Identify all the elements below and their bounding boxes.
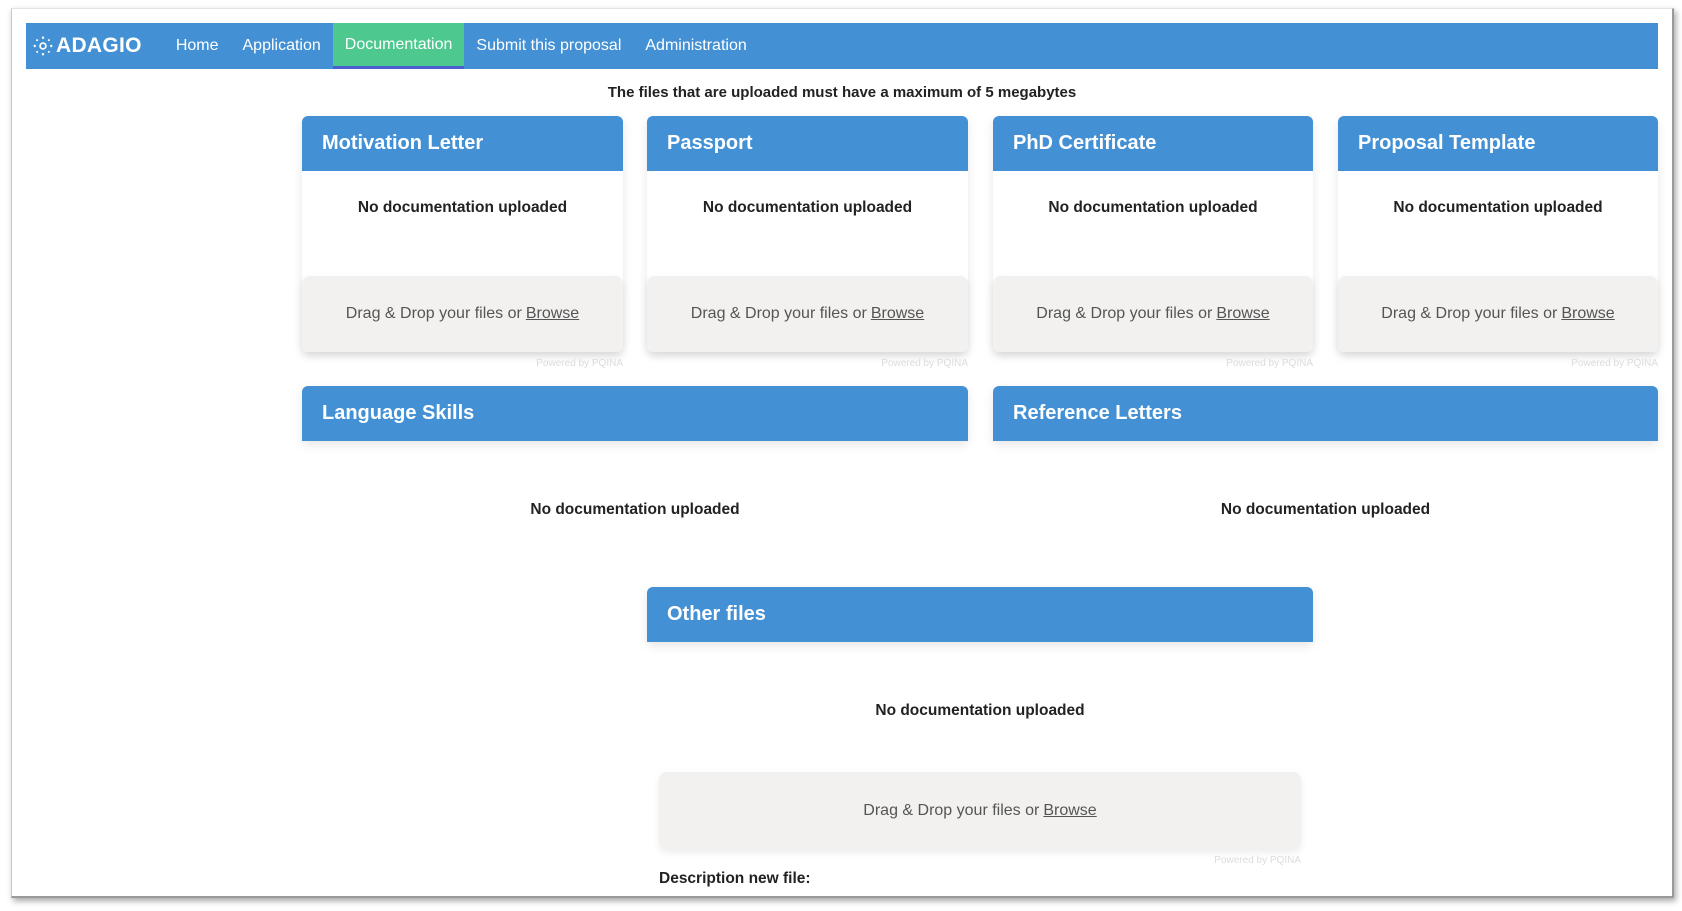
browse-link[interactable]: Browse (1043, 802, 1096, 820)
nav-documentation-label: Documentation (344, 35, 453, 53)
powered-by-label: Powered by PQINA (881, 358, 968, 369)
card-status: No documentation uploaded (357, 199, 568, 216)
card-other-files: Other files (647, 587, 1313, 642)
powered-by-label: Powered by PQINA (1571, 358, 1658, 369)
card-status: No documentation uploaded (702, 199, 913, 216)
browse-link[interactable]: Browse (871, 305, 924, 323)
nav-administration[interactable]: Administration (633, 23, 758, 69)
card-motivation-letter: Motivation Letter No documentation uploa… (302, 116, 623, 352)
card-title: Other files (647, 587, 1313, 642)
card-title: Motivation Letter (302, 116, 623, 171)
description-new-file-label: Description new file: (659, 870, 811, 887)
file-dropzone[interactable]: Drag & Drop your files or Browse (1338, 276, 1658, 352)
nav-submit-proposal-label: Submit this proposal (476, 37, 622, 54)
file-dropzone[interactable]: Drag & Drop your files or Browse (647, 276, 968, 352)
dropzone-text: Drag & Drop your files or (1381, 305, 1558, 322)
brand-name: ADAGIO (56, 34, 142, 57)
reference-letters-status: No documentation uploaded (1220, 501, 1431, 518)
card-status: No documentation uploaded (1393, 199, 1603, 216)
nav-application[interactable]: Application (231, 23, 333, 69)
brand-logo[interactable]: ADAGIO (26, 23, 164, 69)
powered-by-label: Powered by PQINA (536, 358, 623, 369)
file-dropzone[interactable]: Drag & Drop your files or Browse (302, 276, 623, 352)
powered-by-label: Powered by PQINA (1214, 855, 1301, 866)
nav-administration-label: Administration (645, 37, 747, 54)
card-title: Passport (647, 116, 968, 171)
browse-link[interactable]: Browse (1216, 305, 1269, 323)
file-size-notice: The files that are uploaded must have a … (607, 84, 1077, 101)
dropzone-text: Drag & Drop your files or (345, 305, 522, 322)
adagio-logo-icon (33, 36, 53, 56)
card-title: PhD Certificate (993, 116, 1313, 171)
card-title: Language Skills (302, 386, 968, 441)
nav-submit-proposal[interactable]: Submit this proposal (464, 23, 633, 69)
dropzone-text: Drag & Drop your files or (1036, 305, 1213, 322)
other-files-dropzone[interactable]: Drag & Drop your files or Browse (659, 772, 1301, 849)
card-phd-certificate: PhD Certificate No documentation uploade… (993, 116, 1313, 352)
other-files-status: No documentation uploaded (875, 702, 1085, 719)
browse-link[interactable]: Browse (1561, 305, 1614, 323)
file-dropzone[interactable]: Drag & Drop your files or Browse (993, 276, 1313, 352)
card-language-skills: Language Skills (302, 386, 968, 441)
card-title: Reference Letters (993, 386, 1658, 441)
dropzone-text: Drag & Drop your files or (863, 801, 1040, 819)
nav-documentation[interactable]: Documentation (332, 23, 465, 69)
card-proposal-template: Proposal Template No documentation uploa… (1338, 116, 1658, 352)
browse-link[interactable]: Browse (526, 305, 579, 323)
card-status: No documentation uploaded (1048, 199, 1258, 216)
dropzone-text: Drag & Drop your files or (690, 305, 867, 322)
nav-home-label: Home (175, 37, 219, 54)
browser-frame: ADAGIO Home Application Documentation Su… (11, 8, 1674, 898)
card-passport: Passport No documentation uploaded Drag … (647, 116, 968, 352)
powered-by-label: Powered by PQINA (1226, 358, 1313, 369)
language-skills-status: No documentation uploaded (530, 501, 740, 518)
card-reference-letters: Reference Letters (993, 386, 1658, 441)
nav-home[interactable]: Home (164, 23, 231, 69)
nav-application-label: Application (242, 37, 321, 54)
card-title: Proposal Template (1338, 116, 1658, 171)
top-navbar: ADAGIO Home Application Documentation Su… (26, 23, 1658, 69)
